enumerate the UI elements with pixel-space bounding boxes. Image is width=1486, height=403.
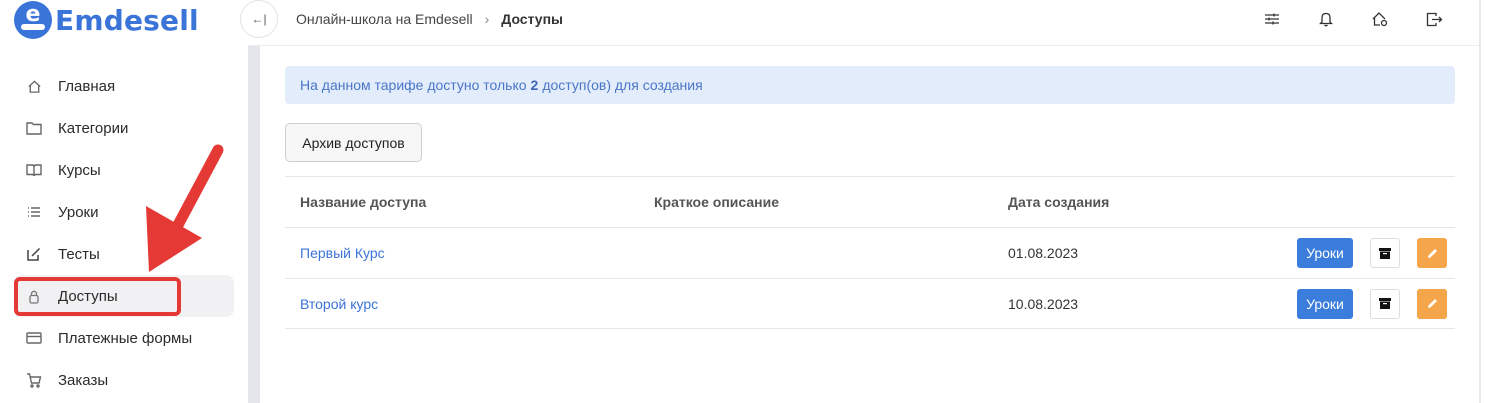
pencil-icon xyxy=(1427,248,1437,258)
sidebar-item-label: Курсы xyxy=(58,161,101,179)
column-header-description: Краткое описание xyxy=(654,194,779,210)
book-icon xyxy=(26,162,42,178)
column-header-name: Название доступа xyxy=(300,194,427,210)
breadcrumb-current: Доступы xyxy=(501,11,563,27)
plan-limit-alert: На данном тарифе достуно только 2 доступ… xyxy=(285,66,1455,104)
archive-box-icon xyxy=(1379,247,1391,259)
list-icon xyxy=(26,204,42,220)
topbar: ←| Онлайн-школа на Emdesell › Доступы xyxy=(240,0,1480,46)
credit-card-icon xyxy=(26,330,42,346)
cart-icon xyxy=(26,372,42,388)
collapse-icon: ←| xyxy=(251,12,267,26)
logout-icon[interactable] xyxy=(1424,9,1444,29)
topbar-actions xyxy=(1228,0,1444,38)
edit-row-button[interactable] xyxy=(1417,238,1447,268)
lessons-button[interactable]: Уроки xyxy=(1297,288,1353,319)
home-icon xyxy=(26,78,42,94)
sidebar-item-label: Заказы xyxy=(58,371,109,389)
sidebar-item-payment-forms[interactable]: Платежные формы xyxy=(14,317,234,359)
sidebar-item-label: Уроки xyxy=(58,203,99,221)
annotation-highlight-box xyxy=(14,277,181,316)
sidebar-item-label: Тесты xyxy=(58,245,100,263)
sidebar-item-home[interactable]: Главная xyxy=(14,65,234,107)
breadcrumb-parent[interactable]: Онлайн-школа на Emdesell xyxy=(296,11,473,27)
lessons-button[interactable]: Уроки xyxy=(1297,238,1353,268)
alert-suffix: доступ(ов) для создания xyxy=(542,77,703,93)
archive-row-button[interactable] xyxy=(1370,238,1400,268)
table-header-row: Название доступа Краткое описание Дата с… xyxy=(285,176,1455,227)
access-archive-button[interactable]: Архив доступов xyxy=(285,123,422,162)
sidebar-item-label: Платежные формы xyxy=(58,329,193,347)
home-gear-icon[interactable] xyxy=(1370,9,1390,29)
sliders-icon[interactable] xyxy=(1262,9,1282,29)
column-header-date: Дата создания xyxy=(1008,194,1110,210)
annotation-arrow-icon xyxy=(146,144,224,272)
table-row: Второй курс 10.08.2023 Уроки xyxy=(285,278,1455,329)
logo-badge-icon: e xyxy=(14,1,52,39)
collapse-sidebar-button[interactable]: ←| xyxy=(240,0,278,38)
edit-icon xyxy=(26,246,42,262)
breadcrumb-separator: › xyxy=(484,11,490,27)
sidebar-item-orders[interactable]: Заказы xyxy=(14,359,234,401)
access-table: Название доступа Краткое описание Дата с… xyxy=(285,176,1455,329)
window-edge xyxy=(1479,0,1481,403)
row-actions: Уроки xyxy=(1297,238,1447,268)
sidebar-divider xyxy=(248,46,260,403)
folder-icon xyxy=(26,120,42,136)
row-actions: Уроки xyxy=(1297,288,1447,319)
breadcrumb: Онлайн-школа на Emdesell › Доступы xyxy=(296,0,563,38)
alert-count: 2 xyxy=(530,77,539,93)
brand-name: Emdesell xyxy=(55,3,199,37)
sidebar-item-label: Главная xyxy=(58,77,116,95)
access-date: 10.08.2023 xyxy=(1008,295,1079,312)
bell-icon[interactable] xyxy=(1316,9,1336,29)
alert-prefix: На данном тарифе достуно только xyxy=(300,77,527,93)
access-date: 01.08.2023 xyxy=(1008,245,1079,261)
archive-row-button[interactable] xyxy=(1370,288,1400,319)
access-name-link[interactable]: Второй курс xyxy=(300,296,378,312)
sidebar-item-label: Категории xyxy=(58,119,129,137)
archive-box-icon xyxy=(1379,298,1391,309)
edit-row-button[interactable] xyxy=(1417,288,1447,319)
access-name-link[interactable]: Первый Курс xyxy=(300,245,385,261)
table-row: Первый Курс 01.08.2023 Уроки xyxy=(285,227,1455,278)
pencil-icon xyxy=(1427,299,1437,308)
brand-logo[interactable]: e Emdesell xyxy=(14,0,199,40)
main-content: На данном тарифе достуно только 2 доступ… xyxy=(260,46,1479,403)
